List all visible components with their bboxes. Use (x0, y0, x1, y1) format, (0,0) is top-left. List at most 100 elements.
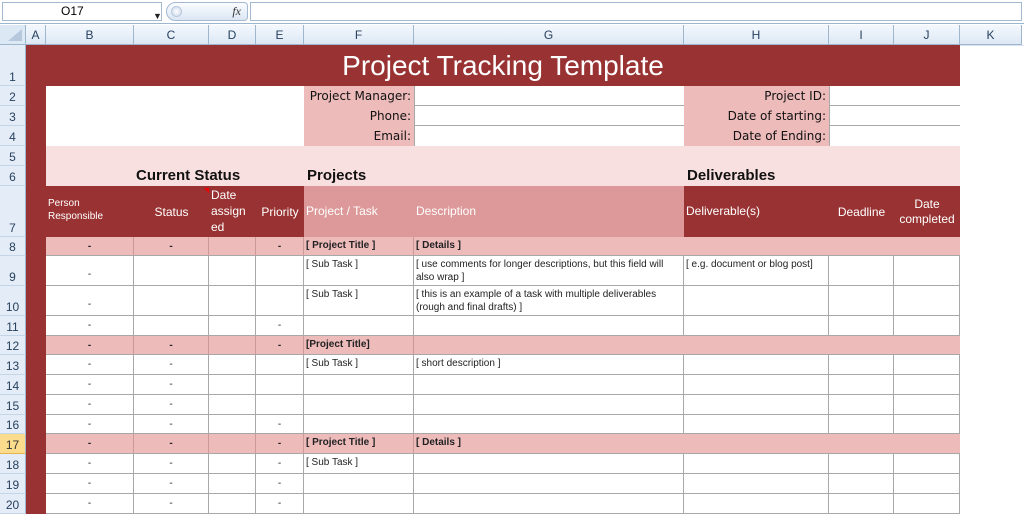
project-task-cell[interactable]: [ Project Title ] (304, 434, 414, 454)
status-cell[interactable]: - (134, 415, 209, 434)
project-task-cell[interactable]: [ Project Title ] (304, 237, 414, 256)
status-cell[interactable]: - (134, 355, 209, 375)
date-completed-cell[interactable] (894, 256, 960, 286)
priority-cell[interactable]: - (256, 434, 304, 454)
priority-cell[interactable] (256, 256, 304, 286)
person-cell[interactable]: - (46, 434, 134, 454)
column-header-b[interactable]: B (46, 25, 134, 45)
insert-function-icon[interactable]: fx (232, 4, 241, 19)
date-assigned-cell[interactable] (209, 286, 256, 316)
deadline-cell[interactable] (829, 336, 894, 355)
status-cell[interactable]: - (134, 395, 209, 415)
deadline-cell[interactable] (829, 286, 894, 316)
project-task-cell[interactable]: [ Sub Task ] (304, 286, 414, 316)
status-cell[interactable] (134, 286, 209, 316)
expand-handle-icon[interactable] (171, 6, 182, 17)
date-assigned-cell[interactable] (209, 355, 256, 375)
deliverable-cell[interactable]: [ e.g. document or blog post] (684, 256, 829, 286)
project-task-cell[interactable] (304, 395, 414, 415)
deliverable-cell[interactable] (684, 316, 829, 336)
project-id-field[interactable] (829, 86, 960, 106)
person-cell[interactable]: - (46, 395, 134, 415)
description-cell[interactable]: [ short description ] (414, 355, 684, 375)
column-header-a[interactable]: A (26, 25, 46, 45)
deadline-cell[interactable] (829, 395, 894, 415)
date-completed-cell[interactable] (894, 286, 960, 316)
date-assigned-cell[interactable] (209, 434, 256, 454)
formula-input[interactable] (250, 2, 1022, 21)
priority-cell[interactable]: - (256, 415, 304, 434)
date-assigned-cell[interactable] (209, 454, 256, 474)
priority-cell[interactable]: - (256, 336, 304, 355)
row-header-3[interactable]: 3 (0, 106, 26, 126)
row-header-10[interactable]: 10 (0, 286, 26, 316)
comment-indicator-icon[interactable] (204, 188, 209, 193)
deadline-cell[interactable] (829, 316, 894, 336)
date-assigned-cell[interactable] (209, 494, 256, 514)
description-cell[interactable] (414, 415, 684, 434)
date-completed-cell[interactable] (894, 474, 960, 494)
project-task-cell[interactable] (304, 375, 414, 395)
date-assigned-cell[interactable] (209, 415, 256, 434)
deadline-cell[interactable] (829, 434, 894, 454)
date-completed-cell[interactable] (894, 494, 960, 514)
project-task-cell[interactable]: [ Sub Task ] (304, 355, 414, 375)
deliverable-cell[interactable] (684, 474, 829, 494)
column-header-g[interactable]: G (414, 25, 684, 45)
person-cell[interactable]: - (46, 375, 134, 395)
row-header-19[interactable]: 19 (0, 474, 26, 494)
deadline-cell[interactable] (829, 355, 894, 375)
date-assigned-cell[interactable] (209, 256, 256, 286)
description-cell[interactable] (414, 375, 684, 395)
status-cell[interactable] (134, 256, 209, 286)
deadline-cell[interactable] (829, 474, 894, 494)
status-cell[interactable]: - (134, 237, 209, 256)
status-cell[interactable]: - (134, 454, 209, 474)
date-completed-cell[interactable] (894, 237, 960, 256)
name-box[interactable]: O17 ▼ (2, 2, 162, 21)
person-cell[interactable]: - (46, 237, 134, 256)
priority-cell[interactable] (256, 375, 304, 395)
deliverable-cell[interactable] (684, 434, 829, 454)
priority-cell[interactable]: - (256, 237, 304, 256)
person-cell[interactable]: - (46, 316, 134, 336)
date-assigned-cell[interactable] (209, 237, 256, 256)
date-completed-cell[interactable] (894, 375, 960, 395)
deliverable-cell[interactable] (684, 336, 829, 355)
deliverable-cell[interactable] (684, 494, 829, 514)
row-header-12[interactable]: 12 (0, 336, 26, 355)
date-assigned-cell[interactable] (209, 474, 256, 494)
date-completed-cell[interactable] (894, 415, 960, 434)
deadline-cell[interactable] (829, 237, 894, 256)
deadline-cell[interactable] (829, 256, 894, 286)
person-cell[interactable]: - (46, 454, 134, 474)
person-cell[interactable]: - (46, 256, 134, 286)
worksheet-grid[interactable]: Project Tracking Template Project Manage… (26, 45, 1024, 514)
date-completed-cell[interactable] (894, 316, 960, 336)
date-completed-cell[interactable] (894, 454, 960, 474)
project-task-cell[interactable] (304, 494, 414, 514)
description-cell[interactable] (414, 454, 684, 474)
priority-cell[interactable]: - (256, 316, 304, 336)
person-cell[interactable]: - (46, 355, 134, 375)
row-header-5[interactable]: 5 (0, 146, 26, 166)
date-assigned-cell[interactable] (209, 395, 256, 415)
date-assigned-cell[interactable] (209, 316, 256, 336)
deliverable-cell[interactable] (684, 415, 829, 434)
deliverable-cell[interactable] (684, 454, 829, 474)
project-task-cell[interactable] (304, 316, 414, 336)
status-cell[interactable]: - (134, 434, 209, 454)
column-header-c[interactable]: C (134, 25, 209, 45)
date-completed-cell[interactable] (894, 355, 960, 375)
status-cell[interactable]: - (134, 494, 209, 514)
phone-field[interactable] (414, 106, 684, 126)
row-header-2[interactable]: 2 (0, 86, 26, 106)
project-task-cell[interactable] (304, 415, 414, 434)
description-cell[interactable] (414, 395, 684, 415)
column-header-i[interactable]: I (829, 25, 894, 45)
date-starting-field[interactable] (829, 106, 960, 126)
row-header-1[interactable]: 1 (0, 45, 26, 86)
column-header-d[interactable]: D (209, 25, 256, 45)
description-cell[interactable] (414, 494, 684, 514)
row-header-18[interactable]: 18 (0, 454, 26, 474)
